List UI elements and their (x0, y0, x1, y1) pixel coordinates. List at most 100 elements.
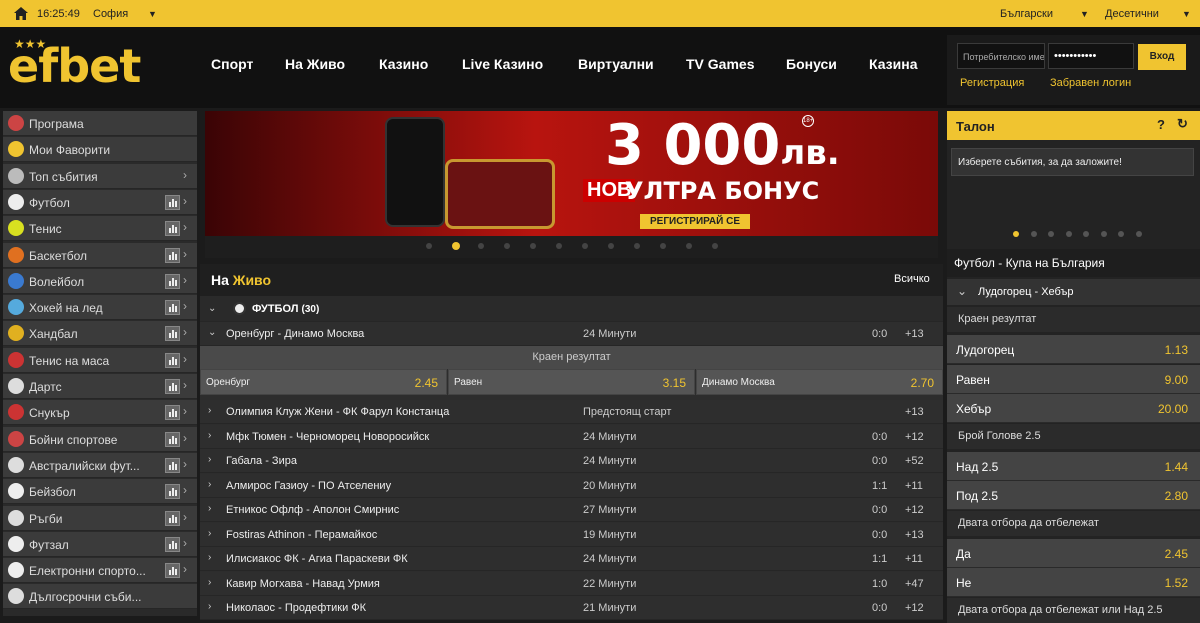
chevron-down-icon[interactable]: ▼ (148, 9, 157, 19)
sidebar-item[interactable]: Електронни спорто... › (3, 558, 197, 584)
more-markets[interactable]: +13 (905, 406, 924, 418)
more-markets[interactable]: +12 (905, 431, 924, 443)
pagination-dot[interactable] (1048, 231, 1054, 237)
pagination-dot[interactable] (504, 243, 510, 249)
help-icon[interactable]: ? (1157, 117, 1165, 132)
table-row[interactable]: ⌄ Оренбург - Динамо Москва 24 Минути 0:0… (200, 322, 943, 346)
register-link[interactable]: Регистрация (960, 77, 1024, 89)
table-row[interactable]: › Кавир Могхава - Навад Урмия 22 Минути 1:0… (200, 571, 943, 596)
stats-icon[interactable] (165, 194, 180, 210)
nav-item[interactable]: Казино (379, 56, 428, 72)
table-row[interactable]: › Илисиакос ФК - Агиа Параскеви ФК 24 Мину… (200, 547, 943, 571)
stats-icon[interactable] (165, 563, 180, 579)
featured-event[interactable]: ⌄ Лудогорец - Хебър (947, 279, 1200, 305)
odds-button[interactable]: Оренбург 2.45 (200, 369, 447, 395)
password-input[interactable]: ••••••••••• (1048, 43, 1134, 69)
table-row[interactable]: › Габала - Зира 24 Минути 0:0 +52 (200, 449, 943, 473)
sidebar-item[interactable]: Футбол › (3, 189, 197, 215)
home-icon[interactable] (14, 7, 28, 20)
table-row[interactable]: › Fostiras Athinon - Перамайкос 19 Минути 0… (200, 522, 943, 547)
pagination-dot[interactable] (426, 243, 432, 249)
username-input[interactable]: Потребителско име (957, 43, 1045, 69)
promo-banner[interactable]: 3 000лв. НОВ УЛТРА БОНУС РЕГИСТРИРАЙ СЕ … (205, 111, 938, 236)
stats-icon[interactable] (165, 457, 180, 473)
more-markets[interactable]: +13 (905, 529, 924, 541)
more-markets[interactable]: +11 (905, 480, 923, 492)
pagination-dot[interactable] (1065, 231, 1072, 237)
stats-icon[interactable] (165, 484, 180, 500)
sidebar-item[interactable]: Бойни спортове › (3, 426, 197, 452)
pagination-dot[interactable] (1100, 231, 1107, 237)
odds-button[interactable]: Хебър 20.00 (947, 394, 1200, 423)
sport-group-football[interactable]: ⌄ ФУТБОЛ (30) (200, 296, 943, 322)
chevron-down-icon[interactable]: ▼ (1080, 9, 1089, 19)
pagination-dot[interactable] (1135, 231, 1142, 237)
odds-button[interactable]: Равен 9.00 (947, 364, 1200, 394)
table-row[interactable]: › Мфк Тюмен - Черноморец Новоросийск 24 Ми… (200, 424, 943, 449)
pagination-dot[interactable] (1013, 231, 1019, 237)
sidebar-item[interactable]: Волейбол › (3, 268, 197, 294)
sidebar-item[interactable]: Снукър › (3, 400, 197, 426)
sidebar-item[interactable]: Бейзбол › (3, 479, 197, 505)
more-markets[interactable]: +11 (905, 553, 923, 565)
odds-button[interactable]: Динамо Москва 2.70 (696, 369, 943, 395)
pagination-dot[interactable] (634, 243, 640, 249)
forgot-login-link[interactable]: Забравен логин (1050, 77, 1131, 89)
table-row[interactable]: › Олимпия Клуж Жени - ФК Фарул Констанца П… (200, 400, 943, 424)
stats-icon[interactable] (165, 247, 180, 263)
more-markets[interactable]: +13 (905, 328, 924, 340)
pagination-dot[interactable] (712, 243, 718, 249)
pagination-dot[interactable] (660, 243, 666, 249)
pagination-dot[interactable] (1118, 231, 1124, 237)
sidebar-item[interactable]: Баскетбол › (3, 242, 197, 268)
chevron-down-icon[interactable]: ▼ (1182, 9, 1191, 19)
sidebar-item[interactable]: Програма (3, 111, 197, 136)
stats-icon[interactable] (165, 326, 180, 342)
pagination-dot[interactable] (1030, 231, 1037, 237)
nav-item[interactable]: TV Games (686, 56, 754, 72)
nav-item[interactable]: Бонуси (786, 56, 837, 72)
odds-button[interactable]: Над 2.5 1.44 (947, 451, 1200, 481)
sidebar-item[interactable]: Дартс › (3, 374, 197, 399)
odds-format-select[interactable]: Десетични (1105, 8, 1159, 20)
login-button[interactable]: Вход (1138, 44, 1186, 70)
pagination-dot[interactable] (556, 243, 562, 249)
sidebar-item[interactable]: Тенис › (3, 216, 197, 242)
nav-item[interactable]: На Живо (285, 56, 345, 72)
nav-item[interactable]: Live Казино (462, 56, 543, 72)
table-row[interactable]: › Алмирос Газиоу - ПО Атселениу 20 Минути 1… (200, 473, 943, 498)
more-markets[interactable]: +52 (905, 455, 924, 467)
sidebar-item[interactable]: Австралийски фут... › (3, 452, 197, 478)
sidebar-item[interactable]: Топ събития › (3, 163, 197, 189)
stats-icon[interactable] (165, 405, 180, 421)
sidebar-item[interactable]: Мои Фаворити (3, 137, 197, 163)
more-markets[interactable]: +12 (905, 504, 924, 516)
stats-icon[interactable] (165, 379, 180, 394)
nav-item[interactable]: Виртуални (578, 56, 654, 72)
sidebar-item[interactable]: Ръгби › (3, 505, 197, 531)
odds-button[interactable]: Лудогорец 1.13 (947, 335, 1200, 364)
all-link[interactable]: Всичко (894, 273, 930, 285)
pagination-dot[interactable] (686, 243, 692, 249)
sidebar-item[interactable]: Тенис на маса › (3, 347, 197, 373)
pagination-dot[interactable] (530, 243, 536, 249)
stats-icon[interactable] (165, 273, 180, 289)
banner-cta-button[interactable]: РЕГИСТРИРАЙ СЕ (640, 214, 751, 229)
stats-icon[interactable] (165, 536, 180, 552)
stats-icon[interactable] (165, 300, 180, 316)
more-markets[interactable]: +47 (905, 578, 924, 590)
more-markets[interactable]: +12 (905, 602, 924, 614)
sidebar-item[interactable]: Дългосрочни съби... (3, 584, 197, 610)
pagination-dot[interactable] (452, 242, 460, 250)
refresh-icon[interactable]: ↻ (1177, 116, 1188, 132)
pagination-dot[interactable] (582, 243, 588, 249)
stats-icon[interactable] (165, 352, 180, 368)
pagination-dot[interactable] (608, 243, 614, 249)
table-row[interactable]: › Николаос - Продефтики ФК 21 Минути 0:0 +12 (200, 596, 943, 620)
stats-icon[interactable] (165, 431, 180, 447)
odds-button[interactable]: Не 1.52 (947, 568, 1200, 597)
stats-icon[interactable] (165, 221, 180, 237)
language-select[interactable]: Български (1000, 8, 1053, 20)
odds-button[interactable]: Да 2.45 (947, 538, 1200, 568)
odds-button[interactable]: Под 2.5 2.80 (947, 481, 1200, 510)
